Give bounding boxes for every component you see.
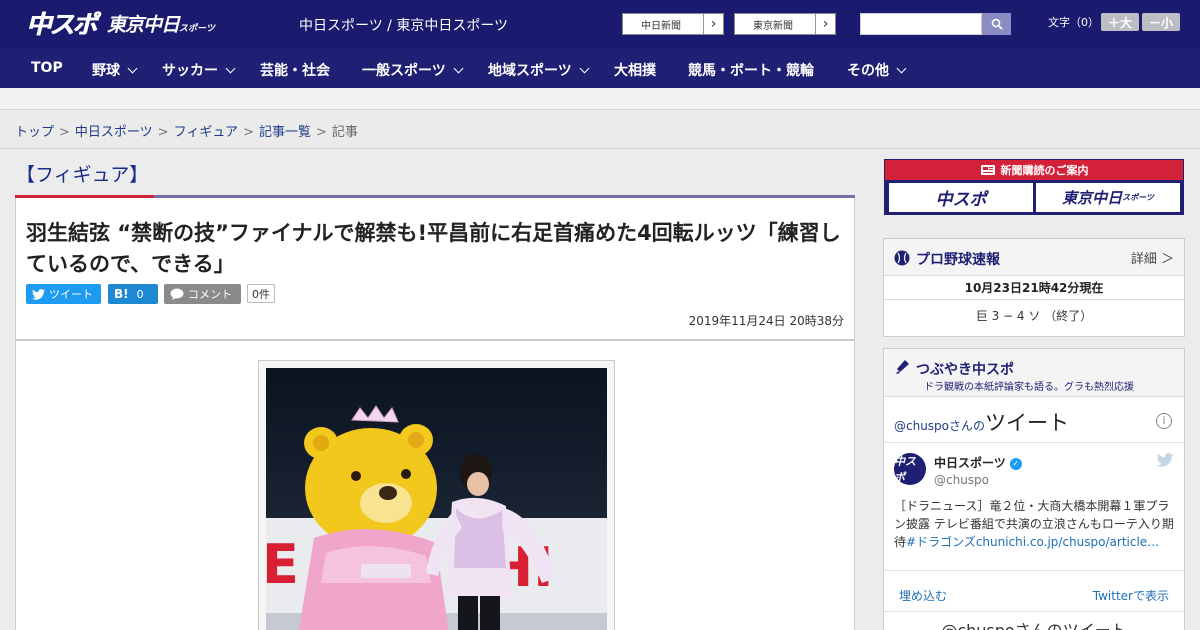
search-input[interactable] bbox=[860, 13, 982, 35]
view-on-twitter-link[interactable]: Twitterで表示 bbox=[1093, 587, 1169, 604]
tweet-button[interactable]: ツイート bbox=[26, 284, 101, 304]
subscription-title: 新聞購読のご案内 bbox=[1000, 164, 1089, 177]
subscription-banner[interactable]: 新聞購読のご案内 中スポ 東京中日 スポーツ bbox=[884, 159, 1184, 215]
chunichi-shimbun-button[interactable]: 中日新聞 › bbox=[622, 13, 724, 35]
tweets-title: つぶやき中スポ bbox=[916, 362, 1014, 378]
avatar[interactable]: 中スポ bbox=[894, 453, 926, 485]
nav-item-other[interactable]: その他 bbox=[847, 60, 907, 80]
tokyo-chunichi-logo: 東京中日スポーツ bbox=[107, 13, 215, 36]
nav-item-sumo[interactable]: 大相撲 bbox=[614, 60, 656, 80]
tweet-author-name[interactable]: 中日スポーツ ✓ bbox=[934, 454, 1022, 471]
comment-button[interactable]: コメント bbox=[164, 284, 241, 304]
article-photo-frame: E HI bbox=[258, 360, 615, 630]
chevron-down-icon bbox=[225, 63, 236, 74]
nav-item-top[interactable]: TOP bbox=[31, 60, 63, 76]
chevron-right-icon: › bbox=[815, 14, 835, 34]
baseball-updated: 10月23日21時42分現在 bbox=[884, 276, 1184, 300]
tokyo-shimbun-button[interactable]: 東京新聞 › bbox=[734, 13, 836, 35]
breadcrumb-current: 記事 bbox=[331, 125, 358, 140]
breadcrumb-article-list[interactable]: 記事一覧 bbox=[259, 125, 311, 140]
site-header: 中スポ 東京中日スポーツ 中日スポーツ / 東京中日スポーツ 中日新聞 › 東京… bbox=[0, 0, 1200, 48]
font-smaller-button[interactable]: －小 bbox=[1142, 13, 1180, 31]
breadcrumb-chuspo[interactable]: 中日スポーツ bbox=[75, 125, 153, 140]
article-photo[interactable]: E HI bbox=[266, 368, 607, 630]
megaphone-icon bbox=[896, 360, 909, 374]
baseball-score[interactable]: 巨 3 − 4 ソ （終了） bbox=[884, 307, 1184, 324]
article-headline: 羽生結弦 “禁断の技”ファイナルで解禁も!平昌前に右足首痛めた4回転ルッツ「練習… bbox=[26, 221, 841, 276]
breadcrumb: トップ > 中日スポーツ > フィギュア > 記事一覧 > 記事 bbox=[0, 111, 1200, 149]
baseball-scores-widget: プロ野球速報 詳細 ＞ 10月23日21時42分現在 巨 3 − 4 ソ （終了… bbox=[883, 238, 1185, 337]
nav-item-local-sports[interactable]: 地域スポーツ bbox=[488, 60, 590, 80]
nav-item-racing[interactable]: 競馬・ボート・競輪 bbox=[688, 60, 814, 80]
chevron-down-icon bbox=[453, 63, 464, 74]
chevron-right-icon: › bbox=[703, 14, 723, 34]
tweet-link[interactable]: #ドラゴンズchunichi.co.jp/chuspo/article… bbox=[906, 535, 1159, 549]
svg-text:E: E bbox=[266, 533, 299, 596]
chuspo-logo: 中スポ bbox=[26, 10, 97, 39]
breadcrumb-figure[interactable]: フィギュア bbox=[174, 125, 238, 140]
tweets-subtitle: ドラ観戦の本紙評論家も語る。グラも熱烈応援 bbox=[924, 382, 1134, 393]
font-size-label: 文字（0） bbox=[1048, 16, 1099, 29]
font-larger-button[interactable]: ＋大 bbox=[1101, 13, 1139, 31]
baseball-detail-link[interactable]: 詳細 ＞ bbox=[1131, 248, 1174, 267]
sub-nav-strip bbox=[0, 88, 1200, 110]
search-icon bbox=[991, 18, 1003, 30]
subscription-tokyo-logo: 東京中日 スポーツ bbox=[1036, 183, 1180, 212]
hatena-icon: B! bbox=[114, 287, 129, 301]
article-header: 羽生結弦 “禁断の技”ファイナルで解禁も!平昌前に右足首痛めた4回転ルッツ「練習… bbox=[15, 198, 855, 340]
info-icon[interactable]: i bbox=[1156, 413, 1172, 429]
site-logo[interactable]: 中スポ 東京中日スポーツ bbox=[26, 6, 215, 40]
nav-item-soccer[interactable]: サッカー bbox=[162, 60, 236, 80]
figure-skating-photo: E HI bbox=[266, 368, 607, 630]
comment-bubble-icon bbox=[170, 288, 184, 300]
baseball-title: プロ野球速報 bbox=[916, 252, 1000, 268]
article-date: 2019年11月24日 20時38分 bbox=[688, 314, 844, 328]
hatena-bookmark-button[interactable]: B! 0 bbox=[108, 284, 158, 304]
nav-item-baseball[interactable]: 野球 bbox=[92, 60, 138, 80]
twitter-bird-icon[interactable] bbox=[1156, 453, 1174, 467]
twitter-bird-icon bbox=[32, 288, 45, 300]
main-nav: TOP 野球 サッカー 芸能・社会 一般スポーツ 地域スポーツ 大相撲 競馬・ボ… bbox=[0, 48, 1200, 88]
tweet-text: ［ドラニュース］竜２位・大商大橋本開幕１軍プラン披露 テレビ番組で共演の立浪さん… bbox=[894, 499, 1174, 549]
breadcrumb-top[interactable]: トップ bbox=[15, 125, 54, 140]
article-category: 【フィギュア】 bbox=[16, 164, 149, 186]
comment-count: 0件 bbox=[247, 284, 275, 303]
more-tweets-title[interactable]: @chuspoさんのツイート bbox=[884, 617, 1184, 630]
chevron-down-icon bbox=[579, 63, 590, 74]
verified-badge-icon: ✓ bbox=[1009, 457, 1022, 470]
subscription-chuspo-logo: 中スポ bbox=[889, 183, 1033, 212]
tweet-author-handle[interactable]: @chuspo bbox=[934, 473, 989, 487]
search-button[interactable] bbox=[982, 13, 1011, 35]
tweet-embed-title[interactable]: @chuspoさんのツイート bbox=[894, 407, 1069, 437]
article-body: E HI bbox=[15, 340, 855, 630]
site-title[interactable]: 中日スポーツ / 東京中日スポーツ bbox=[299, 15, 508, 35]
baseball-icon bbox=[894, 250, 910, 266]
nav-item-entertainment[interactable]: 芸能・社会 bbox=[260, 60, 330, 80]
embed-link[interactable]: 埋め込む bbox=[899, 587, 947, 604]
tweets-widget: つぶやき中スポ ドラ観戦の本紙評論家も語る。グラも熱烈応援 @chuspoさんの… bbox=[883, 348, 1185, 630]
nav-item-general-sports[interactable]: 一般スポーツ bbox=[362, 60, 464, 80]
newspaper-icon bbox=[980, 165, 995, 175]
chevron-down-icon bbox=[896, 63, 907, 74]
chevron-down-icon bbox=[127, 63, 138, 74]
